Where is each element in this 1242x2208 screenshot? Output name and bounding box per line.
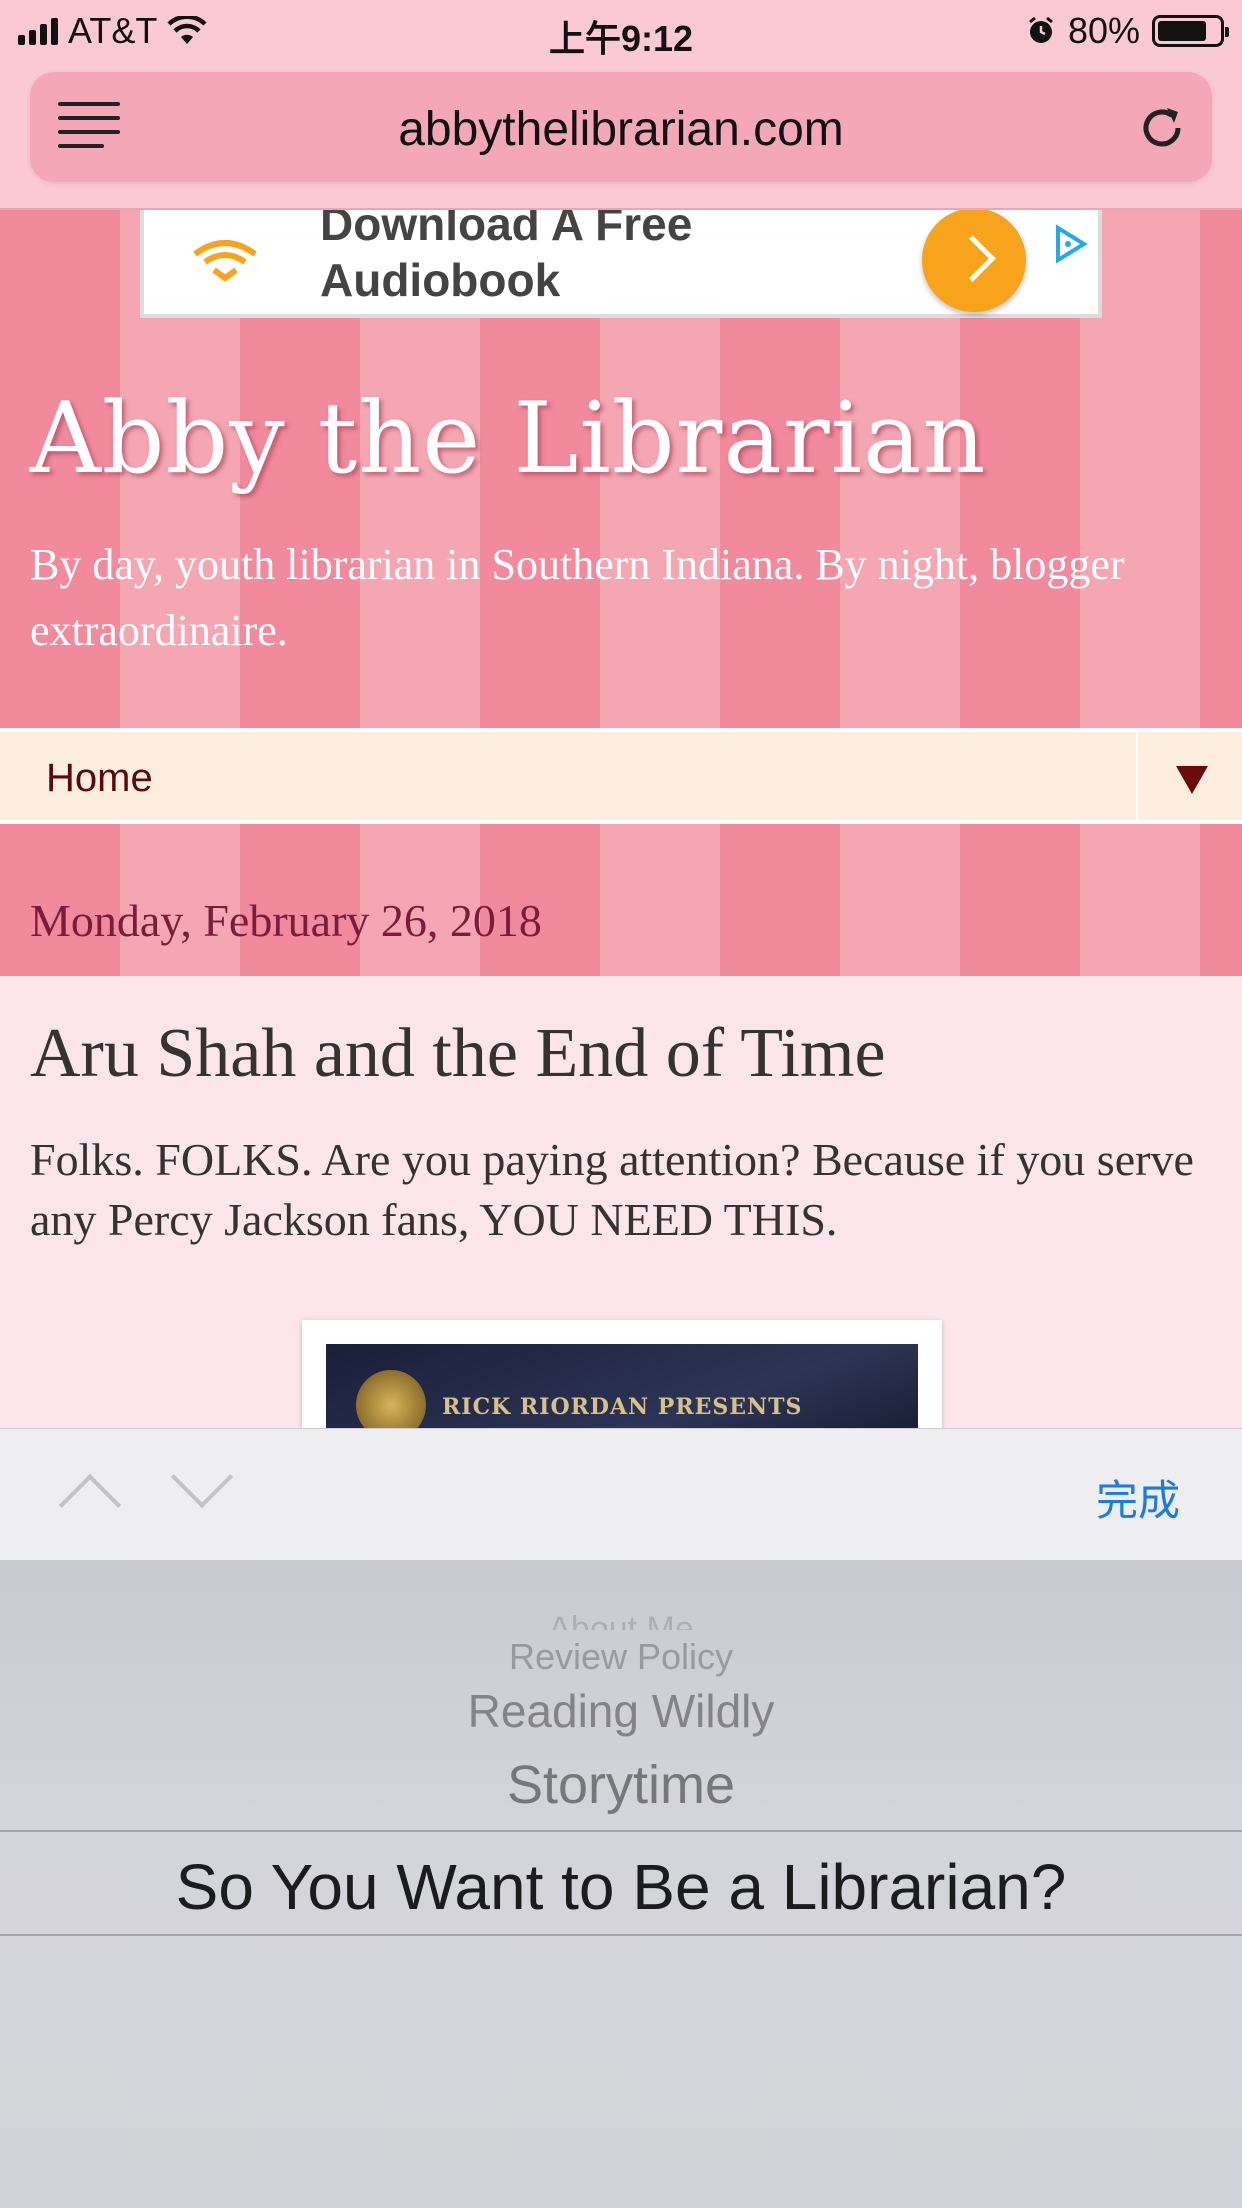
status-right: 80%	[1026, 10, 1229, 52]
browser-toolbar: abbythelibrarian.com	[0, 62, 1242, 210]
battery-icon	[1152, 15, 1229, 47]
ad-banner[interactable]: Download A Free Audiobook	[140, 210, 1102, 318]
picker-option[interactable]: Review Policy	[0, 1636, 1242, 1678]
cover-text: RICK RIORDAN PRESENTS	[442, 1394, 803, 1420]
web-page[interactable]: Download A Free Audiobook Abby the Libra…	[0, 210, 1242, 1428]
status-bar: AT&T 上午9:12 80%	[0, 0, 1242, 62]
blog-title[interactable]: Abby the Librarian	[30, 382, 987, 496]
done-button[interactable]: 完成	[1096, 1467, 1180, 1528]
picker-option[interactable]: Reading Wildly	[0, 1684, 1242, 1738]
post-body: Folks. FOLKS. Are you paying attention? …	[30, 1134, 1194, 1245]
picker-wheel[interactable]: About Me Review Policy Reading Wildly St…	[0, 1560, 1242, 2208]
adchoices-icon[interactable]	[1054, 224, 1088, 264]
dropdown-divider	[1136, 732, 1138, 820]
picker-option[interactable]: About Me	[0, 1610, 1242, 1630]
picker-option[interactable]: Storytime	[0, 1754, 1242, 1816]
picker-selected-option[interactable]: So You Want to Be a Librarian?	[0, 1850, 1242, 1924]
battery-percent: 80%	[1067, 10, 1140, 51]
picker-toolbar: 完成	[0, 1428, 1242, 1560]
ad-text-line2: Audiobook	[320, 254, 561, 306]
post-date: Monday, February 26, 2018	[30, 895, 542, 946]
audible-logo-icon	[193, 240, 257, 282]
ad-text-line1: Download A Free	[320, 210, 693, 250]
url-text[interactable]: abbythelibrarian.com	[30, 102, 1212, 157]
alarm-icon	[1029, 16, 1053, 43]
dropdown-selected-value: Home	[46, 756, 153, 800]
previous-field-icon[interactable]	[58, 1473, 122, 1537]
blog-description: By day, youth librarian in Southern Indi…	[30, 540, 1125, 655]
post-title[interactable]: Aru Shah and the End of Time	[30, 1014, 886, 1094]
rr-seal-icon	[356, 1370, 426, 1428]
page-select-dropdown[interactable]: Home	[0, 728, 1242, 824]
dropdown-arrow-icon[interactable]	[1176, 766, 1208, 794]
address-bar[interactable]: abbythelibrarian.com	[30, 72, 1212, 182]
ad-text: Download A Free Audiobook	[320, 210, 692, 308]
book-cover: RICK RIORDAN PRESENTS	[326, 1344, 918, 1428]
reload-icon[interactable]	[1134, 100, 1190, 156]
next-field-icon[interactable]	[170, 1445, 234, 1509]
book-cover-image[interactable]: RICK RIORDAN PRESENTS	[302, 1320, 942, 1428]
battery-fill	[1158, 21, 1206, 41]
ad-go-button[interactable]	[922, 210, 1026, 312]
